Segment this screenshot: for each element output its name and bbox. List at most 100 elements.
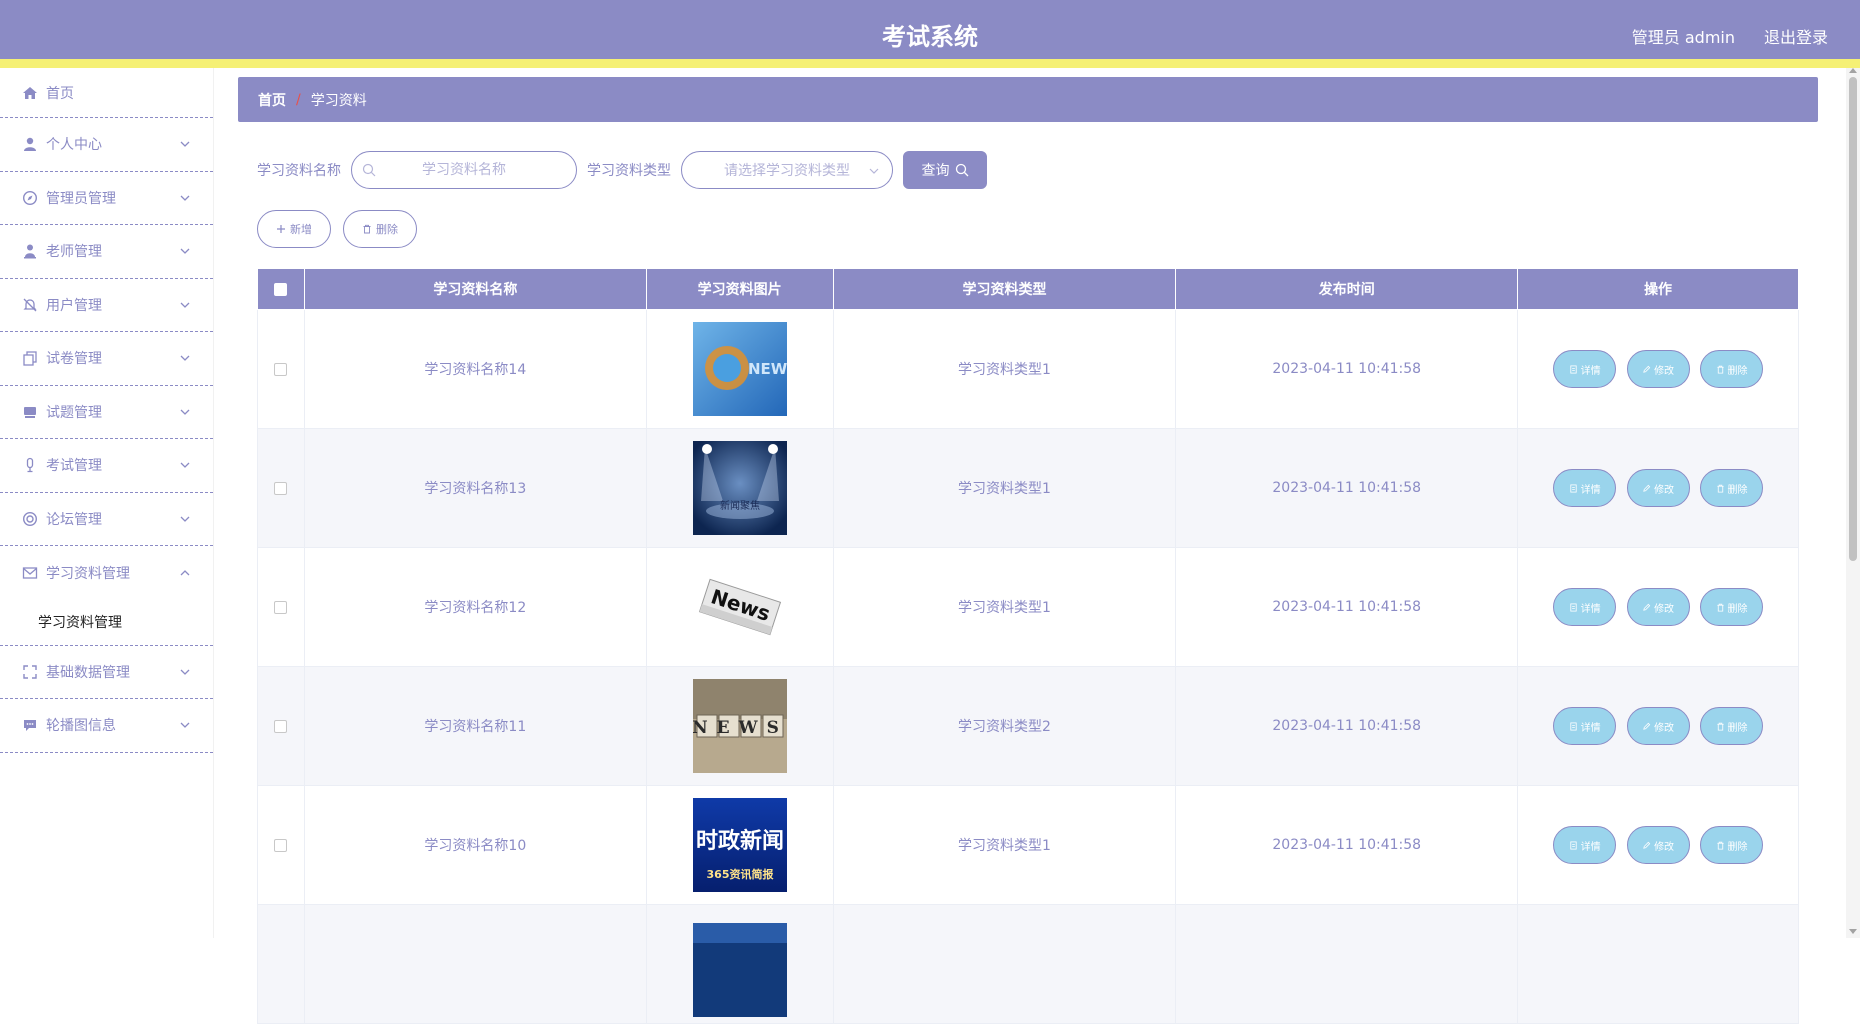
type-filter-select[interactable]: 请选择学习资料类型 — [681, 151, 893, 189]
delete-button-label: 删除 — [1727, 365, 1748, 377]
publish-time: 2023-04-11 10:41:58 — [1175, 666, 1519, 786]
document-icon — [1570, 364, 1577, 374]
search-bar: 学习资料名称 学习资料类型 请选择学习资料类型 查询 — [257, 151, 987, 189]
edit-button-label: 修改 — [1654, 603, 1675, 615]
material-thumbnail[interactable]: NEWS — [692, 679, 787, 773]
edit-button[interactable]: 修改 — [1626, 350, 1690, 388]
detail-button-label: 详情 — [1580, 484, 1601, 496]
chevron-down-icon — [180, 669, 190, 675]
column-header[interactable]: 学习资料名称 — [303, 268, 647, 310]
chevron-down-icon — [180, 462, 190, 469]
row-checkbox[interactable] — [274, 838, 288, 852]
edit-button[interactable]: 修改 — [1626, 469, 1690, 507]
edit-button-label: 修改 — [1654, 722, 1675, 734]
material-thumbnail[interactable]: NEWS — [692, 322, 787, 416]
sidebar-item-papers[interactable]: 试卷管理 — [0, 332, 213, 386]
trash-icon — [1716, 841, 1724, 850]
scrollbar-thumb[interactable] — [1849, 77, 1857, 561]
sidebar-item-exams[interactable]: 考试管理 — [0, 439, 213, 493]
edit-button[interactable]: 修改 — [1626, 707, 1690, 745]
chevron-down-icon — [180, 355, 190, 362]
sidebar-item-home[interactable]: 首页 — [0, 68, 213, 118]
sidebar-item-carousel[interactable]: 轮播图信息 — [0, 699, 213, 753]
current-user: 管理员 admin — [1631, 28, 1735, 47]
column-header[interactable]: 学习资料类型 — [832, 268, 1177, 310]
name-filter-wrapper — [351, 151, 577, 189]
detail-button-label: 详情 — [1580, 841, 1601, 853]
detail-button[interactable]: 详情 — [1553, 469, 1617, 507]
table-row: 学习资料名称11 NEWS 学习资料类型2 2023-04-11 10:41:5… — [257, 666, 1799, 786]
name-filter-label: 学习资料名称 — [257, 163, 341, 179]
select-all-checkbox[interactable] — [274, 282, 288, 296]
sidebar-item-questions[interactable]: 试题管理 — [0, 386, 213, 439]
submenu-item-study-materials[interactable]: 学习资料管理 — [0, 600, 213, 646]
copy-icon — [22, 350, 38, 366]
material-thumbnail[interactable]: News — [692, 560, 787, 654]
edit-button-label: 修改 — [1654, 484, 1675, 496]
sidebar-item-label: 管理员管理 — [46, 190, 116, 207]
material-thumbnail[interactable]: 新闻聚焦 — [692, 441, 787, 535]
search-icon — [955, 163, 968, 177]
sidebar-item-teacher[interactable]: 老师管理 — [0, 225, 213, 279]
table-header-row: 学习资料名称 学习资料图片 学习资料类型 发布时间 操作 — [257, 268, 1799, 310]
material-thumbnail[interactable]: 时政新闻 365资讯简报 — [692, 798, 787, 892]
material-type: 学习资料类型1 — [832, 785, 1177, 905]
detail-button[interactable]: 详情 — [1553, 826, 1617, 864]
vertical-scrollbar[interactable] — [1846, 68, 1860, 938]
scroll-down-arrow-icon[interactable] — [1849, 929, 1857, 934]
user-icon — [22, 136, 38, 152]
detail-button[interactable]: 详情 — [1553, 707, 1617, 745]
add-button[interactable]: 新增 — [257, 210, 331, 248]
home-icon — [22, 85, 38, 101]
row-delete-button[interactable]: 删除 — [1700, 707, 1764, 745]
lifebuoy-icon — [22, 511, 38, 527]
sidebar-item-forum[interactable]: 论坛管理 — [0, 493, 213, 546]
chevron-down-icon — [869, 168, 879, 174]
breadcrumb-home[interactable]: 首页 — [258, 90, 286, 110]
detail-button[interactable]: 详情 — [1553, 588, 1617, 626]
publish-time: 2023-04-11 10:41:58 — [1175, 785, 1519, 905]
chevron-up-icon — [180, 569, 190, 576]
logout-link[interactable]: 退出登录 — [1764, 24, 1828, 48]
edit-button-label: 修改 — [1654, 841, 1675, 853]
document-icon — [1570, 483, 1577, 493]
breadcrumb-current: 学习资料 — [310, 92, 367, 109]
sidebar-item-users[interactable]: 用户管理 — [0, 279, 213, 332]
row-checkbox[interactable] — [274, 481, 288, 495]
row-delete-button[interactable]: 删除 — [1700, 350, 1764, 388]
row-delete-button[interactable]: 删除 — [1700, 588, 1764, 626]
action-bar: 新增 删除 — [257, 210, 429, 248]
add-button-label: 新增 — [290, 223, 312, 236]
document-icon — [1570, 602, 1577, 612]
material-type: 学习资料类型1 — [832, 309, 1177, 429]
detail-button[interactable]: 详情 — [1553, 350, 1617, 388]
message-icon — [22, 565, 38, 581]
sidebar-item-base-data[interactable]: 基础数据管理 — [0, 646, 213, 699]
query-button[interactable]: 查询 — [903, 151, 987, 189]
delete-button[interactable]: 删除 — [343, 210, 417, 248]
row-checkbox[interactable] — [274, 362, 288, 376]
material-thumbnail[interactable] — [692, 923, 787, 1017]
table-row: 学习资料名称10 时政新闻 365资讯简报 学习资料类型1 2023-04-11… — [257, 785, 1799, 905]
name-filter-input[interactable] — [352, 152, 576, 188]
sidebar-item-profile[interactable]: 个人中心 — [0, 118, 213, 172]
edit-button[interactable]: 修改 — [1626, 588, 1690, 626]
column-header[interactable]: 发布时间 — [1175, 268, 1519, 310]
detail-button-label: 详情 — [1580, 603, 1601, 615]
table-row: 学习资料名称14 NEWS 学习资料类型1 2023-04-11 10:41:5… — [257, 309, 1799, 429]
material-type: 学习资料类型1 — [832, 428, 1177, 548]
sidebar-item-admin[interactable]: 管理员管理 — [0, 172, 213, 225]
row-checkbox[interactable] — [274, 600, 288, 614]
chevron-down-icon — [180, 195, 190, 201]
row-delete-button[interactable]: 删除 — [1700, 469, 1764, 507]
row-checkbox[interactable] — [274, 719, 288, 733]
row-delete-button[interactable]: 删除 — [1700, 826, 1764, 864]
breadcrumb-separator: / — [296, 91, 301, 108]
sidebar-item-study-materials[interactable]: 学习资料管理 — [0, 546, 213, 600]
edit-button[interactable]: 修改 — [1626, 826, 1690, 864]
fullscreen-icon — [22, 664, 38, 680]
scroll-up-arrow-icon[interactable] — [1849, 68, 1857, 73]
material-type: 学习资料类型2 — [832, 666, 1177, 786]
type-filter-label: 学习资料类型 — [587, 163, 671, 179]
column-header[interactable]: 学习资料图片 — [645, 268, 834, 310]
